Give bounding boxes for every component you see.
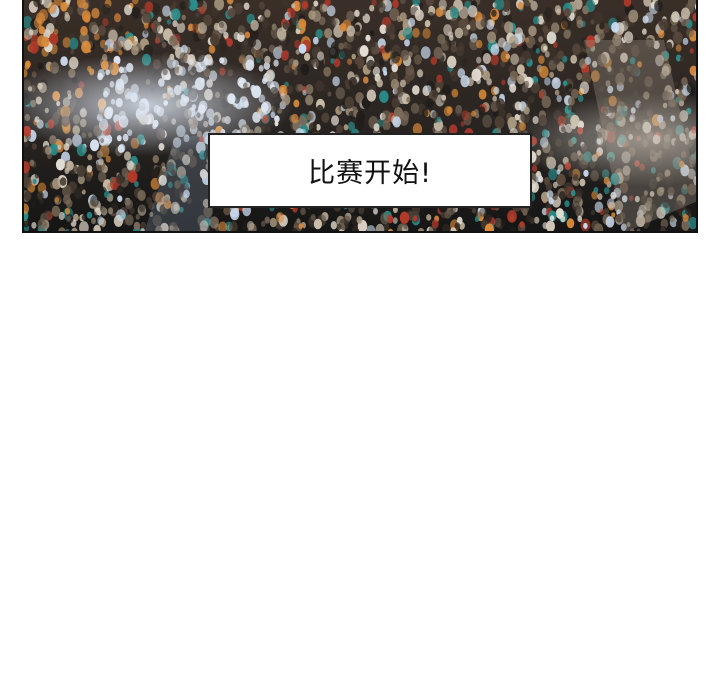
caption-box: 比赛开始! (208, 133, 532, 208)
caption-text: 比赛开始! (308, 158, 432, 189)
comic-panel: 比赛开始! (22, 0, 698, 233)
crowd-dot (695, 152, 696, 155)
crowd-dot (695, 3, 696, 7)
crowd-dot (695, 133, 696, 137)
crowd-dot (697, 215, 698, 222)
crowd-dot (697, 179, 698, 185)
